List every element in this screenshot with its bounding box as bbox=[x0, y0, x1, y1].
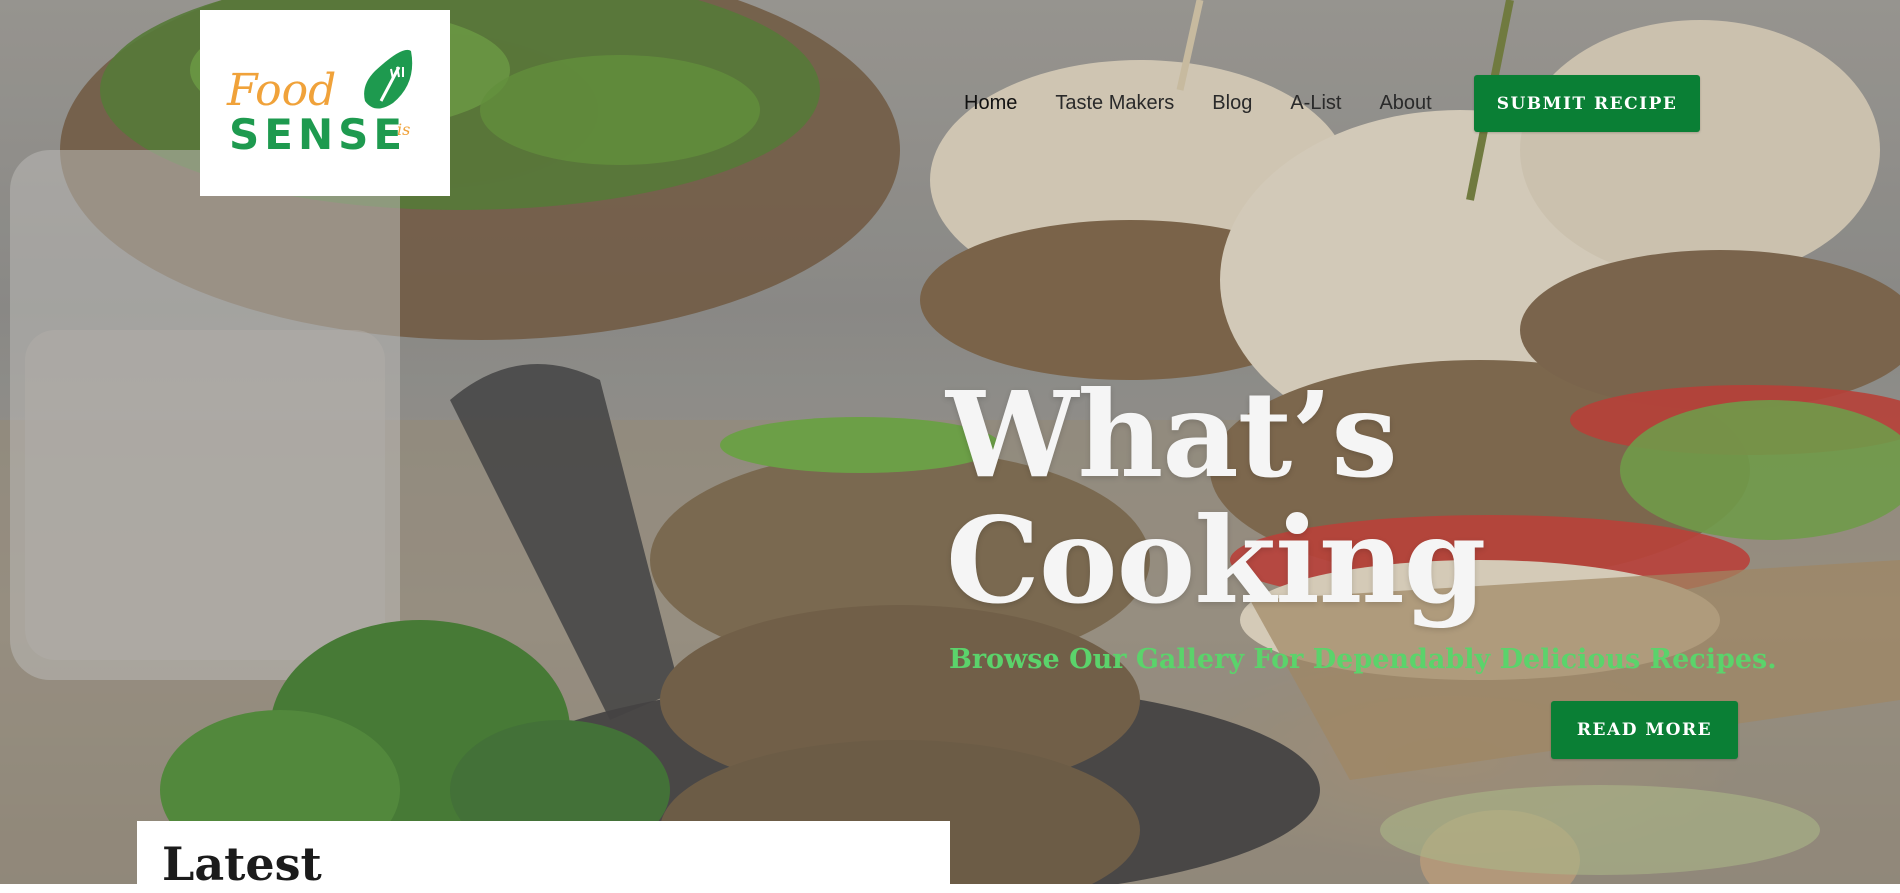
logo-word-food: Food bbox=[226, 65, 336, 116]
hero-title-line-1: What’s bbox=[946, 365, 1398, 504]
nav-item-about[interactable]: About bbox=[1379, 88, 1431, 118]
logo-word-sense: SENSE bbox=[229, 110, 407, 159]
nav-item-blog[interactable]: Blog bbox=[1212, 88, 1252, 118]
nav-item-a-list[interactable]: A-List bbox=[1290, 88, 1341, 118]
nav-item-home[interactable]: Home bbox=[964, 88, 1017, 118]
submit-recipe-button[interactable]: SUBMIT RECIPE bbox=[1474, 75, 1700, 132]
hero-subtitle: Browse Our Gallery For Dependably Delici… bbox=[949, 644, 1777, 675]
read-more-button[interactable]: READ MORE bbox=[1551, 701, 1738, 759]
main-navigation: Home Taste Makers Blog A-List About bbox=[964, 88, 1470, 118]
site-logo[interactable]: Food is SENSE bbox=[200, 10, 450, 196]
food-is-sense-logo: Food is SENSE bbox=[226, 49, 413, 159]
latest-section-card: Latest bbox=[137, 821, 950, 891]
hero-title: What’s Cooking bbox=[946, 372, 1646, 624]
hero-title-line-2: Cooking bbox=[946, 491, 1486, 630]
nav-item-taste-makers[interactable]: Taste Makers bbox=[1055, 88, 1174, 118]
latest-heading: Latest bbox=[162, 837, 322, 891]
